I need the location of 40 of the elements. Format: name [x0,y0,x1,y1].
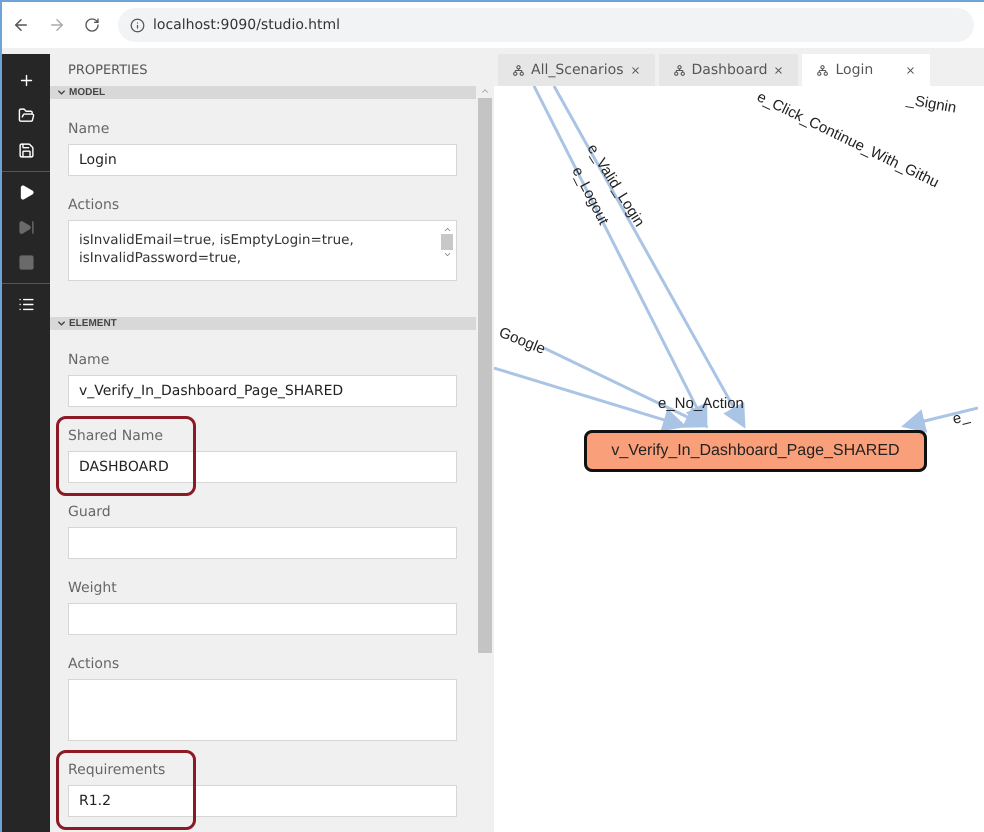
info-icon [130,18,145,32]
edge-label[interactable]: Google [496,324,548,358]
close-icon[interactable] [905,64,916,76]
field-label: Actions [68,656,120,672]
section-header[interactable]: ELEMENT [50,317,476,330]
field-label: Name [68,352,110,368]
text-area[interactable]: isInvalidEmail=true, isEmptyLogin=true, isInvalidPassword=true, [68,220,457,281]
back-icon[interactable] [12,16,30,34]
tab[interactable]: Login [802,54,930,86]
section-header[interactable]: MODEL [50,86,476,99]
fork-icon [672,64,686,76]
scrollbar-thumb[interactable] [441,234,453,250]
input-field[interactable]: DASHBOARD [68,451,457,483]
edge-label[interactable]: e_No_Action [658,395,744,412]
scroll-up-icon[interactable] [442,225,452,234]
address-bar[interactable]: localhost:9090/studio.html [118,8,974,42]
input-field[interactable]: R1.2 [68,785,457,817]
field-label: Guard [68,504,112,520]
field-label: Weight [68,580,118,596]
fork-icon [816,64,830,76]
tab[interactable]: Dashboard [658,54,798,86]
close-icon[interactable] [630,64,641,76]
fork-icon [512,64,525,76]
panel-title: PROPERTIES [67,62,148,80]
field-label: Name [68,121,110,137]
tab[interactable]: All_Scenarios [498,54,655,86]
graph-node[interactable]: v_Verify_In_Dashboard_Page_SHARED [584,430,927,472]
scroll-down-icon[interactable] [442,250,452,259]
close-icon[interactable] [773,64,784,76]
input-field[interactable] [68,603,457,635]
input-field[interactable]: v_Verify_In_Dashboard_Page_SHARED [68,375,457,407]
field-label: Requirements [68,762,166,778]
edge-arrow[interactable] [901,406,978,433]
field-label: Actions [68,197,120,213]
input-field[interactable] [68,527,457,559]
input-field[interactable]: Login [68,144,457,176]
field-label: Shared Name [68,428,164,444]
forward-icon[interactable] [48,16,66,34]
reload-icon[interactable] [84,17,100,33]
edge-label[interactable]: e_ [950,407,972,428]
